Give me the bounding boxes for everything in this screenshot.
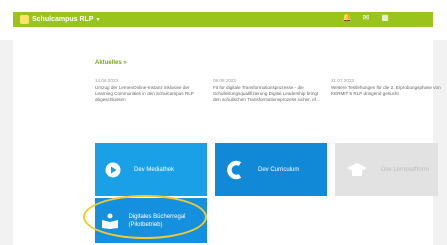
news-date: 08.08.2023: [213, 78, 236, 83]
chevron-down-icon: ▾: [96, 17, 100, 23]
graduation-cap-icon: [335, 143, 378, 196]
tile-label: Dev Curriculum: [258, 166, 300, 173]
top-bar: Schulcampus RLP ▾ 🔔 ✉ ▦: [0, 0, 447, 40]
grid-icon[interactable]: ▦: [381, 13, 389, 23]
mail-icon[interactable]: ✉: [362, 13, 370, 23]
highlight-annotation: [83, 195, 207, 239]
news-date: 14.06.2023: [95, 78, 118, 83]
news-date: 21.07.2023: [331, 78, 354, 83]
play-icon: [95, 143, 131, 196]
app-title: Schulcampus RLP: [32, 16, 94, 23]
app-brand[interactable]: Schulcampus RLP ▾: [20, 14, 99, 25]
news-text: Fit für digitale Transformationsprozesse…: [213, 85, 320, 102]
tile-dev-mediathek[interactable]: Dev Mediathek: [95, 143, 207, 196]
schulcampus-logo-icon: [20, 15, 29, 24]
news-item[interactable]: 14.06.2023 Umzug der LernenOnline-Instan…: [95, 78, 208, 103]
bell-icon[interactable]: 🔔: [342, 13, 352, 23]
news-text: Umzug der LernenOnline-Instanz inklusive…: [95, 85, 194, 102]
tile-dev-lernplattform[interactable]: Dev Lernplattform: [335, 143, 438, 196]
tile-label: Dev Lernplattform: [381, 166, 429, 173]
news-text: Weitere Testlehungen für die 2. Erprobun…: [331, 85, 441, 96]
news-item[interactable]: 21.07.2023 Weitere Testlehungen für die …: [331, 78, 444, 97]
news-heading[interactable]: Aktuelles »: [95, 60, 127, 66]
tile-dev-curriculum[interactable]: Dev Curriculum: [215, 143, 327, 196]
curriculum-c-icon: [215, 143, 255, 196]
news-item[interactable]: 08.08.2023 Fit für digitale Transformati…: [213, 78, 326, 103]
top-bar-actions: 🔔 ✉ ▦: [342, 13, 389, 23]
tile-label: Dev Mediathek: [134, 166, 175, 173]
